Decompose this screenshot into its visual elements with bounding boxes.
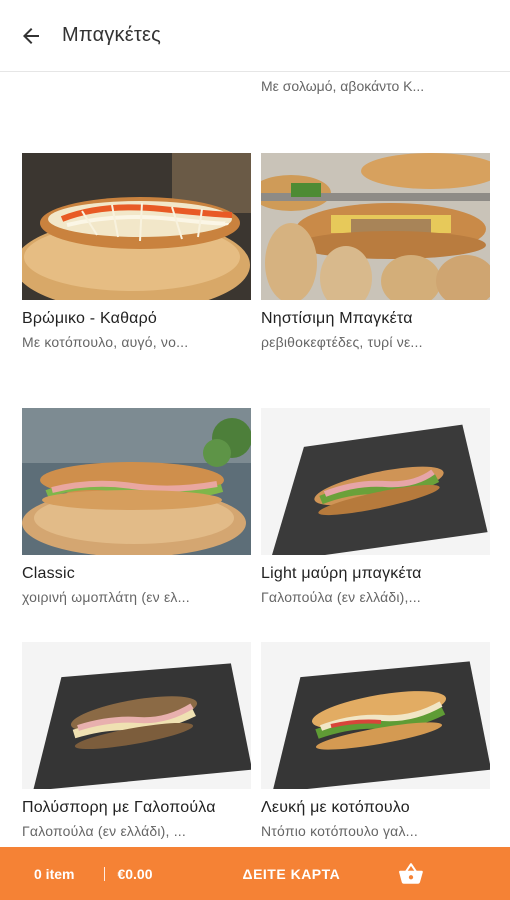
product-card[interactable]: Λευκή με κοτόπουλο Ντόπιο κοτόπουλο γαλ.… xyxy=(261,642,490,839)
app-bar: Μπαγκέτες xyxy=(0,0,510,72)
product-image xyxy=(261,642,490,789)
product-grid[interactable]: Με σολωμό, αβοκάντο Κ... Βρώμικο - Καθαρ… xyxy=(0,72,510,847)
product-card[interactable]: Light μαύρη μπαγκέτα Γαλοπούλα (εν ελλάδ… xyxy=(261,408,490,605)
arrow-left-icon xyxy=(23,27,39,44)
product-image xyxy=(22,642,251,789)
product-name: Light μαύρη μπαγκέτα xyxy=(261,565,422,582)
product-card[interactable]: Πολύσπορη με Γαλοπούλα Γαλοπούλα (εν ελλ… xyxy=(22,642,251,839)
back-button[interactable] xyxy=(0,0,62,72)
product-name: Λευκή με κοτόπουλο xyxy=(261,799,410,816)
product-card[interactable]: Βρώμικο - Καθαρό Με κοτόπουλο, αυγό, νο.… xyxy=(22,153,251,350)
cart-item-count: 0 item xyxy=(34,865,75,882)
page-title: Μπαγκέτες xyxy=(62,24,161,46)
product-card[interactable]: Νηστίσιμη Μπαγκέτα ρεβιθοκεφτέδες, τυρί … xyxy=(261,153,490,350)
divider xyxy=(104,866,106,881)
cart-total: €0.00 xyxy=(117,865,153,882)
cart-bar[interactable]: 0 item €0.00 ΔΕΙΤΕ ΚΑΡΤΑ xyxy=(0,847,510,900)
product-description: χοιρινή ωμοπλάτη (εν ελ... xyxy=(22,589,190,605)
product-name: Πολύσπορη με Γαλοπούλα xyxy=(22,799,216,816)
product-name: Βρώμικο - Καθαρό xyxy=(22,310,158,327)
product-name: Νηστίσιμη Μπαγκέτα xyxy=(261,310,413,327)
basket-button[interactable] xyxy=(398,861,424,887)
product-description: Ντόπιο κοτόπουλο γαλ... xyxy=(261,823,418,839)
product-description: ρεβιθοκεφτέδες, τυρί νε... xyxy=(261,334,423,350)
product-description: Με κοτόπουλο, αυγό, νο... xyxy=(22,334,189,350)
basket-icon xyxy=(399,862,424,884)
product-image xyxy=(261,153,490,300)
partial-product-description: Με σολωμό, αβοκάντο Κ... xyxy=(261,78,425,94)
product-description: Γαλοπούλα (εν ελλάδι), ... xyxy=(22,823,186,839)
product-card[interactable]: Classic χοιρινή ωμοπλάτη (εν ελ... xyxy=(22,408,251,605)
product-image xyxy=(261,408,490,555)
product-name: Classic xyxy=(22,565,75,582)
product-description: Γαλοπούλα (εν ελλάδι),... xyxy=(261,589,421,605)
view-cart-button[interactable]: ΔΕΙΤΕ ΚΑΡΤΑ xyxy=(243,866,341,882)
product-image xyxy=(22,153,251,300)
product-image xyxy=(22,408,251,555)
